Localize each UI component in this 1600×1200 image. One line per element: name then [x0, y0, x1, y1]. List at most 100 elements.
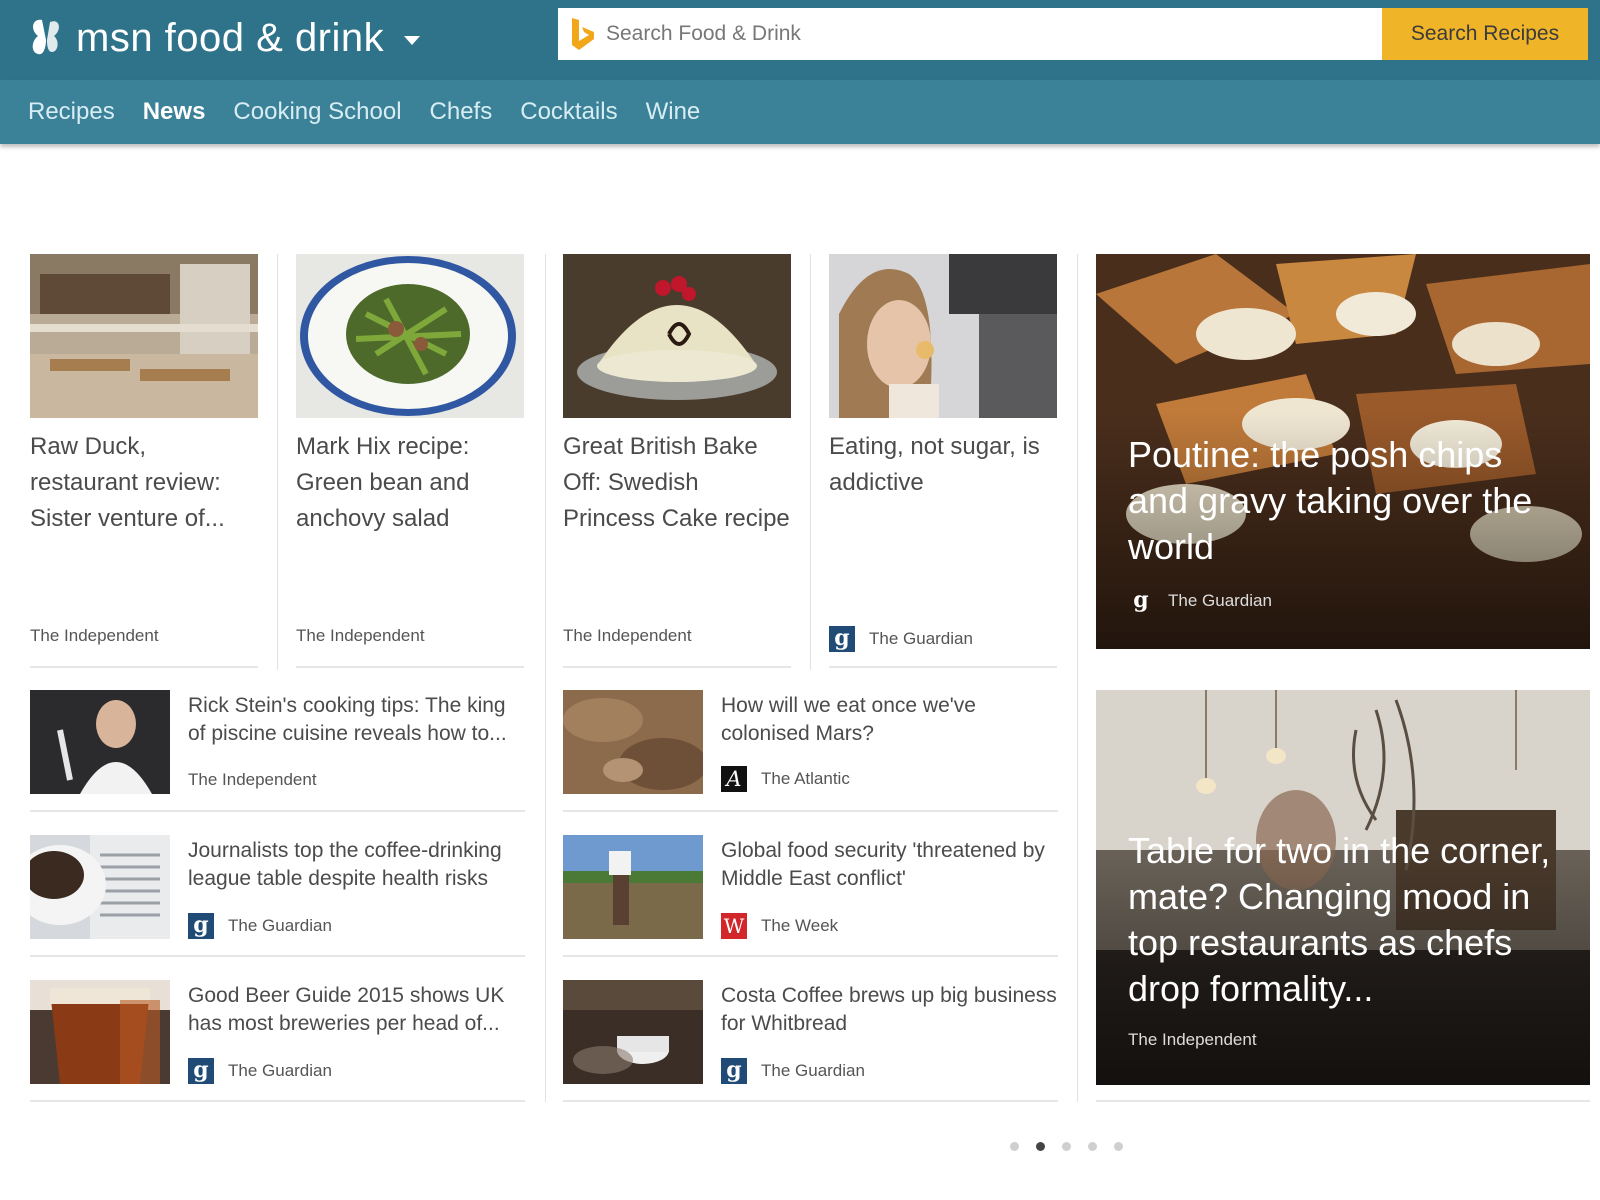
nav-recipes[interactable]: Recipes — [28, 98, 115, 126]
woman-eating-image — [829, 254, 1057, 418]
list-item[interactable]: Costa Coffee brews up big business for W… — [563, 980, 1058, 1090]
article-title: Rick Stein's cooking tips: The king of p… — [188, 694, 507, 745]
page-dot[interactable] — [1062, 1142, 1071, 1151]
guardian-logo-icon: g — [721, 1058, 747, 1084]
nav-chefs[interactable]: Chefs — [430, 98, 493, 126]
article-source: W The Week — [721, 913, 838, 939]
source-name: The Atlantic — [761, 769, 850, 788]
column-divider — [277, 254, 278, 670]
article-card[interactable]: Raw Duck, restaurant review: Sister vent… — [30, 254, 258, 654]
category-nav: Recipes News Cooking School Chefs Cockta… — [0, 80, 1600, 144]
article-card[interactable]: Mark Hix recipe: Green bean and anchovy … — [296, 254, 524, 654]
the-week-logo-icon: W — [721, 913, 747, 939]
article-source: The Independent — [1128, 1030, 1257, 1050]
article-source: g The Guardian — [829, 626, 973, 652]
bing-icon — [572, 18, 594, 50]
search-bar: Search Recipes — [558, 8, 1588, 60]
list-item[interactable]: Global food security 'threatened by Midd… — [563, 835, 1058, 945]
article-source: g The Guardian — [188, 913, 332, 939]
page-dot[interactable] — [1114, 1142, 1123, 1151]
list-item[interactable]: Good Beer Guide 2015 shows UK has most b… — [30, 980, 525, 1090]
nav-cooking-school[interactable]: Cooking School — [233, 98, 401, 126]
column-divider — [1077, 254, 1078, 1102]
featured-article[interactable]: Table for two in the corner, mate? Chang… — [1096, 690, 1590, 1085]
search-box — [558, 8, 1382, 60]
brand-menu[interactable]: msn food & drink — [28, 8, 421, 68]
restaurant-interior-image — [30, 254, 258, 418]
list-item[interactable]: Journalists top the coffee-drinking leag… — [30, 835, 525, 945]
source-name: The Guardian — [761, 1061, 865, 1080]
article-source: The Independent — [296, 626, 425, 646]
mars-surface-image — [563, 690, 703, 794]
green-bean-salad-image — [296, 254, 524, 418]
row-divider — [829, 666, 1057, 668]
atlantic-logo-icon: A — [721, 766, 747, 792]
article-source: g The Guardian — [1128, 588, 1272, 614]
source-name: The Week — [761, 916, 839, 935]
row-divider — [296, 666, 524, 668]
row-divider — [563, 1100, 1058, 1102]
source-name: The Independent — [296, 626, 425, 645]
search-recipes-button[interactable]: Search Recipes — [1382, 8, 1588, 60]
top-header: msn food & drink Search Recipes — [0, 0, 1600, 80]
row-divider — [563, 955, 1058, 957]
source-name: The Guardian — [869, 629, 973, 648]
butterfly-icon — [32, 19, 59, 55]
row-divider — [30, 1100, 525, 1102]
article-title: Raw Duck, restaurant review: Sister vent… — [30, 433, 225, 532]
page-dot[interactable] — [1088, 1142, 1097, 1151]
article-source: A The Atlantic — [721, 766, 850, 792]
source-name: The Guardian — [1168, 591, 1272, 610]
column-divider — [545, 254, 546, 1102]
featured-article[interactable]: Poutine: the posh chips and gravy taking… — [1096, 254, 1590, 649]
source-name: The Independent — [1128, 1030, 1257, 1049]
article-source: The Independent — [30, 626, 159, 646]
column-divider — [810, 254, 811, 670]
article-source: The Independent — [563, 626, 692, 646]
row-divider — [30, 810, 525, 812]
farmer-field-image — [563, 835, 703, 939]
guardian-logo-icon: g — [188, 913, 214, 939]
guardian-logo-icon: g — [829, 626, 855, 652]
source-name: The Guardian — [228, 916, 332, 935]
search-input[interactable] — [606, 22, 1206, 46]
brand-title: msn food & drink — [76, 15, 385, 60]
espresso-machine-image — [563, 980, 703, 1084]
featured-title: Table for two in the corner, mate? Chang… — [1128, 830, 1551, 1009]
nav-wine[interactable]: Wine — [646, 98, 701, 126]
article-source: g The Guardian — [721, 1058, 865, 1084]
article-title: Eating, not sugar, is addictive — [829, 433, 1040, 496]
page-dot[interactable] — [1010, 1142, 1019, 1151]
row-divider — [563, 810, 1058, 812]
princess-cake-image — [563, 254, 791, 418]
article-title: Mark Hix recipe: Green bean and anchovy … — [296, 433, 470, 532]
chevron-down-icon — [404, 36, 421, 45]
nav-news[interactable]: News — [143, 98, 206, 126]
article-title: Good Beer Guide 2015 shows UK has most b… — [188, 984, 505, 1035]
source-name: The Independent — [188, 770, 317, 789]
list-item[interactable]: Rick Stein's cooking tips: The king of p… — [30, 690, 525, 800]
row-divider — [30, 955, 525, 957]
article-card[interactable]: Eating, not sugar, is addictive g The Gu… — [829, 254, 1057, 654]
article-card[interactable]: Great British Bake Off: Swedish Princess… — [563, 254, 791, 654]
row-divider — [1096, 1100, 1590, 1102]
source-name: The Guardian — [228, 1061, 332, 1080]
article-title: How will we eat once we've colonised Mar… — [721, 694, 976, 745]
beer-glass-image — [30, 980, 170, 1084]
article-title: Journalists top the coffee-drinking leag… — [188, 839, 502, 890]
source-name: The Independent — [563, 626, 692, 645]
article-title: Great British Bake Off: Swedish Princess… — [563, 433, 790, 532]
source-name: The Independent — [30, 626, 159, 645]
list-item[interactable]: How will we eat once we've colonised Mar… — [563, 690, 1058, 800]
article-title: Global food security 'threatened by Midd… — [721, 839, 1045, 890]
nav-cocktails[interactable]: Cocktails — [520, 98, 617, 126]
article-source: The Independent — [188, 770, 317, 790]
chef-image — [30, 690, 170, 794]
article-source: g The Guardian — [188, 1058, 332, 1084]
guardian-logo-icon: g — [188, 1058, 214, 1084]
page-dot-active[interactable] — [1036, 1142, 1045, 1151]
carousel-pagination — [1010, 1142, 1140, 1151]
row-divider — [30, 666, 258, 668]
article-title: Costa Coffee brews up big business for W… — [721, 984, 1057, 1035]
coffee-newspaper-image — [30, 835, 170, 939]
